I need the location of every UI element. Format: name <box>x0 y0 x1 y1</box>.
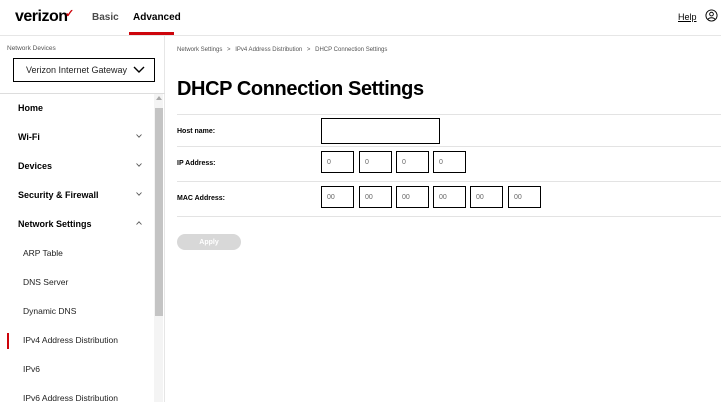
sidebar-item-security-firewall[interactable]: Security & Firewall <box>0 181 152 209</box>
ip-address-label: IP Address: <box>177 160 216 167</box>
chevron-down-icon <box>136 163 142 167</box>
sidebar-item-label: Dynamic DNS <box>23 306 77 316</box>
sidebar-item-label: Security & Firewall <box>18 190 99 200</box>
sidebar-item-arp-table[interactable]: ARP Table <box>0 239 152 267</box>
host-name-label: Host name: <box>177 128 216 135</box>
host-name-input[interactable] <box>321 118 440 144</box>
sidebar-item-label: Wi-Fi <box>18 132 40 142</box>
sidebar-item-label: Home <box>18 103 44 113</box>
sidebar-item-label: DNS Server <box>23 277 69 287</box>
chevron-down-icon <box>136 134 142 138</box>
sidebar-item-dynamic-dns[interactable]: Dynamic DNS <box>0 297 152 325</box>
breadcrumb-separator: > <box>227 47 231 53</box>
sidebar-item-ipv6[interactable]: IPv6 <box>0 355 152 383</box>
breadcrumb: Network Settings > IPv4 Address Distribu… <box>177 47 387 53</box>
top-bar: verizon ✓ Basic Advanced Help <box>0 0 721 36</box>
sidebar-item-home[interactable]: Home <box>0 94 152 122</box>
apply-button[interactable]: Apply <box>177 234 241 250</box>
chevron-down-icon <box>133 66 145 73</box>
breadcrumb-current: DHCP Connection Settings <box>315 47 388 53</box>
help-link[interactable]: Help <box>678 12 697 22</box>
active-tab-indicator <box>129 32 174 35</box>
form-divider <box>177 216 721 217</box>
ip-octet-1-input[interactable]: 0 <box>321 151 354 173</box>
sidebar-item-label: IPv4 Address Distribution <box>23 335 118 345</box>
breadcrumb-item[interactable]: Network Settings <box>177 47 222 53</box>
device-selector[interactable]: Verizon Internet Gateway <box>13 58 155 82</box>
mac-address-row: MAC Address: 00 00 00 00 00 00 <box>177 181 721 216</box>
chevron-down-icon <box>136 192 142 196</box>
sidebar-item-ipv4-address-distribution[interactable]: IPv4 Address Distribution <box>0 326 152 354</box>
page-title: DHCP Connection Settings <box>177 78 424 100</box>
mac-octet-2-input[interactable]: 00 <box>359 186 392 208</box>
chevron-up-icon <box>136 221 142 225</box>
sidebar-item-label: IPv6 <box>23 364 41 374</box>
sidebar-item-ipv6-address-distribution[interactable]: IPv6 Address Distribution <box>0 384 152 412</box>
sidebar-item-label: ARP Table <box>23 248 63 258</box>
mac-octet-3-input[interactable]: 00 <box>396 186 429 208</box>
logo-check-mark: ✓ <box>65 8 75 20</box>
device-selector-value: Verizon Internet Gateway <box>26 65 128 75</box>
ip-address-row: IP Address: 0 0 0 0 <box>177 146 721 181</box>
sidebar: Network Devices Verizon Internet Gateway… <box>0 36 165 403</box>
ip-octet-3-input[interactable]: 0 <box>396 151 429 173</box>
sidebar-item-label: Devices <box>18 161 53 171</box>
ip-octet-2-input[interactable]: 0 <box>359 151 392 173</box>
sidebar-item-dns-server[interactable]: DNS Server <box>0 268 152 296</box>
mac-octet-6-input[interactable]: 00 <box>508 186 541 208</box>
host-name-row: Host name: <box>177 114 721 149</box>
sidebar-item-network-settings[interactable]: Network Settings <box>0 210 152 238</box>
mac-address-label: MAC Address: <box>177 195 225 202</box>
sidebar-item-label: Network Settings <box>18 219 92 229</box>
mac-octet-5-input[interactable]: 00 <box>470 186 503 208</box>
breadcrumb-separator: > <box>306 47 311 53</box>
scroll-up-arrow-icon[interactable] <box>156 96 162 100</box>
sidebar-item-devices[interactable]: Devices <box>0 152 152 180</box>
user-account-icon[interactable] <box>705 9 718 22</box>
sidebar-scrollbar-thumb[interactable] <box>155 108 163 316</box>
ip-octet-4-input[interactable]: 0 <box>433 151 466 173</box>
breadcrumb-item[interactable]: IPv4 Address Distribution <box>235 47 302 53</box>
tab-basic[interactable]: Basic <box>92 12 119 23</box>
sidebar-item-wifi[interactable]: Wi-Fi <box>0 123 152 151</box>
tab-advanced[interactable]: Advanced <box>133 12 181 23</box>
mac-octet-4-input[interactable]: 00 <box>433 186 466 208</box>
mac-octet-1-input[interactable]: 00 <box>321 186 354 208</box>
network-devices-label: Network Devices <box>7 45 56 52</box>
verizon-logo[interactable]: verizon <box>15 8 68 26</box>
